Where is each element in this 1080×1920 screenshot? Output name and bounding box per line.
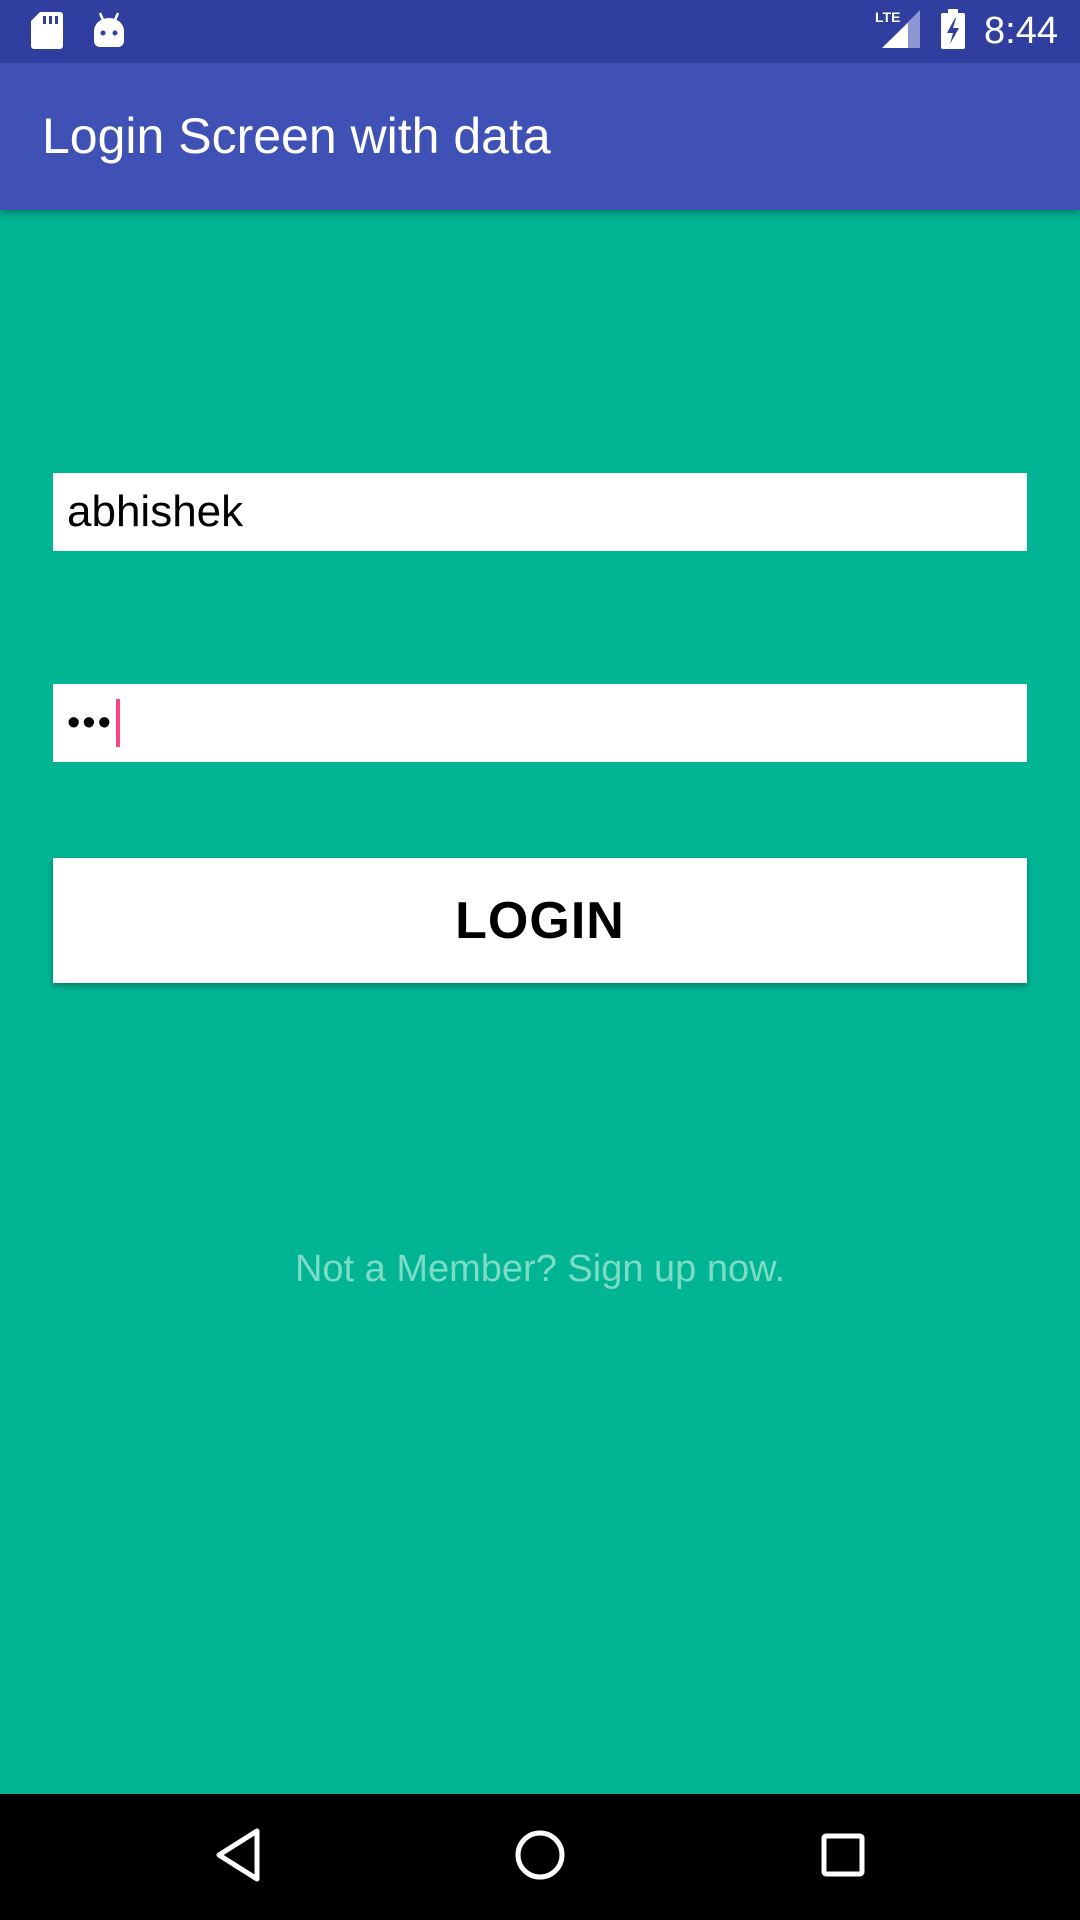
network-type-label: LTE [875, 9, 900, 25]
username-field-container [53, 473, 1027, 551]
password-field-container: ••• [53, 684, 1027, 762]
username-input[interactable] [67, 487, 1027, 537]
back-button[interactable] [168, 1794, 308, 1920]
password-dots: ••• [67, 701, 113, 744]
text-cursor [115, 699, 120, 747]
signal-icon: LTE [874, 8, 922, 55]
back-icon [213, 1827, 263, 1888]
home-button[interactable] [470, 1794, 610, 1920]
navigation-bar [0, 1794, 1080, 1920]
signup-link[interactable]: Not a Member? Sign up now. [0, 1248, 1080, 1291]
android-icon [92, 11, 126, 54]
status-right-icons: LTE 8:44 [874, 0, 1058, 63]
status-left-icons [30, 10, 126, 55]
login-button[interactable]: LOGIN [53, 858, 1027, 983]
status-bar: LTE 8:44 [0, 0, 1080, 63]
recents-button[interactable] [773, 1794, 913, 1920]
battery-charging-icon [940, 8, 966, 55]
status-time: 8:44 [984, 10, 1058, 52]
sd-card-icon [30, 10, 64, 55]
password-input[interactable]: ••• [67, 699, 120, 747]
app-bar: Login Screen with data [0, 63, 1080, 210]
app-title: Login Screen with data [42, 108, 551, 164]
recents-icon [820, 1832, 866, 1883]
home-icon [513, 1828, 567, 1887]
